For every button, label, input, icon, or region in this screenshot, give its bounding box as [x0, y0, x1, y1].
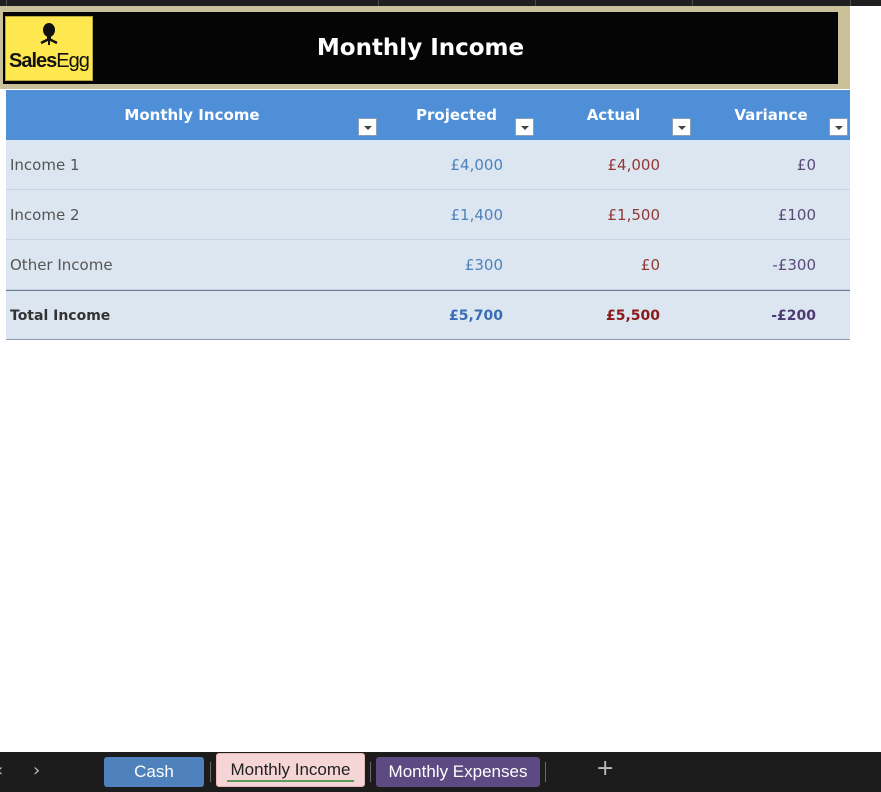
- variance-value[interactable]: -£300: [772, 240, 816, 290]
- row-label[interactable]: Income 1: [10, 140, 80, 190]
- projected-value[interactable]: £300: [465, 240, 503, 290]
- row-label[interactable]: Income 2: [10, 190, 80, 240]
- tab-cash-flow[interactable]: Cash Flow: [104, 757, 204, 787]
- projected-value[interactable]: £4,000: [451, 140, 504, 190]
- tab-monthly-expenses[interactable]: Monthly Expenses: [376, 757, 540, 787]
- row-label[interactable]: Other Income: [10, 240, 113, 290]
- filter-dropdown-icon[interactable]: [358, 118, 377, 136]
- projected-value[interactable]: £1,400: [451, 190, 504, 240]
- total-actual[interactable]: £5,500: [606, 291, 660, 341]
- tab-divider: [545, 762, 546, 782]
- actual-value[interactable]: £1,500: [608, 190, 661, 240]
- filter-dropdown-icon[interactable]: [672, 118, 691, 136]
- total-row[interactable]: Total Income £5,700 £5,500 -£200: [6, 290, 850, 340]
- sheet-tab-bar: ‹ › Cash Flow Monthly Income Monthly Exp…: [0, 752, 881, 792]
- income-table: Monthly Income Projected Actual Variance…: [6, 90, 850, 340]
- header-projected: Projected: [416, 106, 497, 124]
- next-sheet-arrow-icon[interactable]: ›: [33, 760, 40, 781]
- header-variance: Variance: [734, 106, 808, 124]
- tab-divider: [370, 762, 371, 782]
- tab-monthly-income[interactable]: Monthly Income: [216, 753, 365, 787]
- table-row[interactable]: Other Income £300 £0 -£300: [6, 240, 850, 290]
- spreadsheet-page: SalesEgg Monthly Income Monthly Income P…: [0, 0, 881, 792]
- table-row[interactable]: Income 2 £1,400 £1,500 £100: [6, 190, 850, 240]
- banner: SalesEgg Monthly Income: [3, 12, 838, 84]
- prev-sheet-arrow-icon[interactable]: ‹: [0, 760, 3, 781]
- banner-frame: SalesEgg Monthly Income: [0, 6, 850, 89]
- header-monthly-income: Monthly Income: [124, 106, 260, 124]
- total-variance[interactable]: -£200: [771, 291, 816, 341]
- header-actual: Actual: [586, 106, 641, 124]
- total-label[interactable]: Total Income: [10, 291, 110, 341]
- filter-dropdown-icon[interactable]: [515, 118, 534, 136]
- total-projected[interactable]: £5,700: [449, 291, 503, 341]
- table-header: Monthly Income Projected Actual Variance: [6, 90, 850, 140]
- active-tab-underline: [227, 780, 354, 782]
- actual-value[interactable]: £4,000: [608, 140, 661, 190]
- add-sheet-icon[interactable]: +: [596, 756, 614, 781]
- filter-dropdown-icon[interactable]: [829, 118, 848, 136]
- variance-value[interactable]: £100: [778, 190, 816, 240]
- table-row[interactable]: Income 1 £4,000 £4,000 £0: [6, 140, 850, 190]
- actual-value[interactable]: £0: [641, 240, 660, 290]
- page-title: Monthly Income: [316, 35, 525, 61]
- variance-value[interactable]: £0: [797, 140, 816, 190]
- tab-divider: [210, 762, 211, 782]
- column-divider: [850, 0, 851, 6]
- tab-monthly-income-label: Monthly Income: [230, 760, 351, 779]
